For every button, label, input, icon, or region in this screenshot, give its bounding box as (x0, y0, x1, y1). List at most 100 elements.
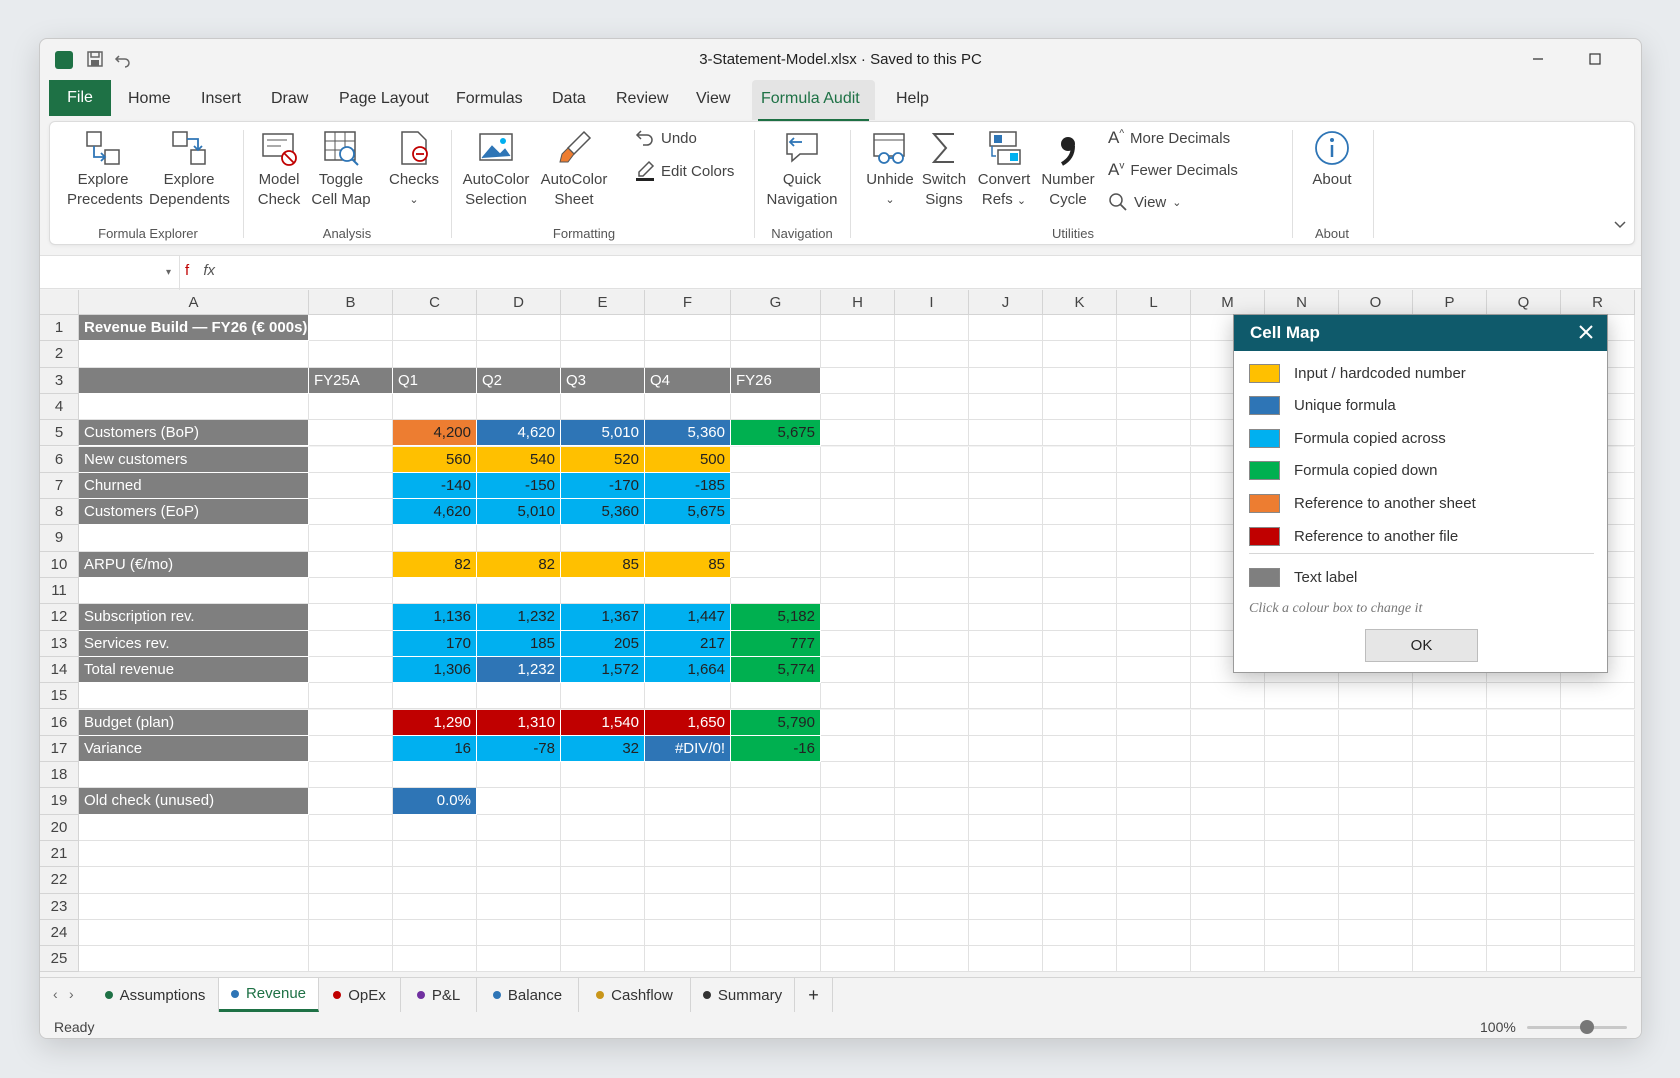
cell[interactable] (393, 315, 477, 342)
value-cell[interactable]: 85 (645, 551, 731, 578)
cell[interactable] (393, 867, 477, 894)
row-header[interactable]: 17 (40, 735, 79, 763)
column-header[interactable]: O (1339, 290, 1413, 315)
column-heading-cell[interactable]: Q4 (645, 367, 731, 394)
cell[interactable] (1265, 762, 1339, 789)
value-cell[interactable]: 0.0% (393, 788, 477, 815)
cell[interactable] (309, 683, 393, 710)
cell[interactable] (1117, 762, 1191, 789)
cell[interactable] (477, 919, 561, 947)
cell[interactable] (1117, 499, 1191, 526)
prev-sheet-icon[interactable]: ‹ (53, 986, 58, 1002)
collapse-ribbon-icon[interactable] (1613, 220, 1627, 230)
select-all-corner[interactable] (40, 290, 79, 315)
cell[interactable] (561, 814, 645, 841)
cell[interactable] (1487, 893, 1561, 920)
cell[interactable] (1043, 919, 1117, 947)
cell[interactable] (393, 393, 477, 421)
value-cell[interactable]: 4,620 (393, 499, 477, 526)
cell[interactable] (731, 919, 821, 947)
cell[interactable] (895, 420, 969, 447)
cell[interactable] (969, 709, 1043, 736)
cell[interactable] (895, 367, 969, 394)
cell[interactable] (309, 946, 393, 973)
cell[interactable] (1117, 735, 1191, 763)
cell[interactable] (895, 604, 969, 631)
cell[interactable] (895, 446, 969, 473)
value-cell[interactable]: 5,360 (561, 499, 645, 526)
cell[interactable] (309, 709, 393, 736)
cell[interactable] (969, 525, 1043, 552)
cell[interactable] (1561, 867, 1635, 894)
cell[interactable] (1413, 946, 1487, 973)
cell[interactable] (1265, 867, 1339, 894)
row-header[interactable]: 25 (40, 946, 79, 973)
cell[interactable] (895, 709, 969, 736)
more-decimals-button[interactable]: A^ More Decimals (1108, 128, 1230, 148)
cell[interactable] (309, 788, 393, 815)
cell[interactable] (821, 683, 895, 710)
cell[interactable] (645, 341, 731, 368)
value-cell[interactable]: -185 (645, 472, 731, 500)
cell[interactable] (1117, 893, 1191, 920)
row-header[interactable]: 10 (40, 551, 79, 578)
value-cell[interactable]: #DIV/0! (645, 735, 731, 763)
cell[interactable] (309, 525, 393, 552)
cell[interactable] (1487, 683, 1561, 710)
row-label-cell[interactable]: Subscription rev. (79, 604, 309, 631)
cell[interactable] (1043, 735, 1117, 763)
cell[interactable] (821, 814, 895, 841)
cell[interactable] (79, 367, 309, 394)
cell[interactable] (821, 709, 895, 736)
cell[interactable] (1487, 709, 1561, 736)
cell[interactable] (79, 762, 309, 789)
cell[interactable] (731, 315, 821, 342)
cell[interactable] (1117, 420, 1191, 447)
cell[interactable] (1043, 683, 1117, 710)
color-swatch[interactable] (1249, 493, 1280, 513)
row-header[interactable]: 6 (40, 446, 79, 473)
cell[interactable] (561, 578, 645, 605)
row-label-cell[interactable]: Total revenue (79, 656, 309, 684)
cell[interactable] (1191, 814, 1265, 841)
cell[interactable] (1043, 630, 1117, 657)
cell[interactable] (731, 472, 821, 500)
cell[interactable] (1117, 683, 1191, 710)
row-label-cell[interactable]: Variance (79, 735, 309, 763)
cell[interactable] (561, 525, 645, 552)
value-cell[interactable]: 205 (561, 630, 645, 657)
cell[interactable] (79, 946, 309, 973)
row-header[interactable]: 14 (40, 656, 79, 684)
sheet-tab-cashflow[interactable]: Cashflow (579, 978, 691, 1012)
value-cell[interactable]: 1,310 (477, 709, 561, 736)
cell[interactable] (821, 315, 895, 342)
sheet-tab-assumptions[interactable]: Assumptions (92, 978, 219, 1012)
cell[interactable] (821, 656, 895, 684)
cell[interactable] (1487, 735, 1561, 763)
cell[interactable] (561, 841, 645, 868)
column-header[interactable]: R (1561, 290, 1635, 315)
cell[interactable] (1413, 867, 1487, 894)
cell[interactable] (561, 315, 645, 342)
cell[interactable] (393, 683, 477, 710)
sheet-title-cell[interactable]: Revenue Build — FY26 (€ 000s) (79, 315, 309, 342)
cell[interactable] (1561, 709, 1635, 736)
cell[interactable] (895, 814, 969, 841)
cell[interactable] (393, 893, 477, 920)
cell[interactable] (969, 420, 1043, 447)
cell[interactable] (79, 683, 309, 710)
row-header[interactable]: 3 (40, 367, 79, 394)
value-cell[interactable]: 4,200 (393, 420, 477, 447)
row-header[interactable]: 7 (40, 472, 79, 500)
cell[interactable] (309, 814, 393, 841)
cell[interactable] (561, 946, 645, 973)
checks-button[interactable]: Checks ⌄ (385, 128, 443, 210)
cell[interactable] (821, 867, 895, 894)
row-header[interactable]: 8 (40, 499, 79, 526)
cell[interactable] (969, 551, 1043, 578)
cell[interactable] (309, 578, 393, 605)
column-header[interactable]: H (821, 290, 895, 315)
column-header[interactable]: P (1413, 290, 1487, 315)
cell[interactable] (477, 762, 561, 789)
ok-button[interactable]: OK (1365, 629, 1478, 662)
